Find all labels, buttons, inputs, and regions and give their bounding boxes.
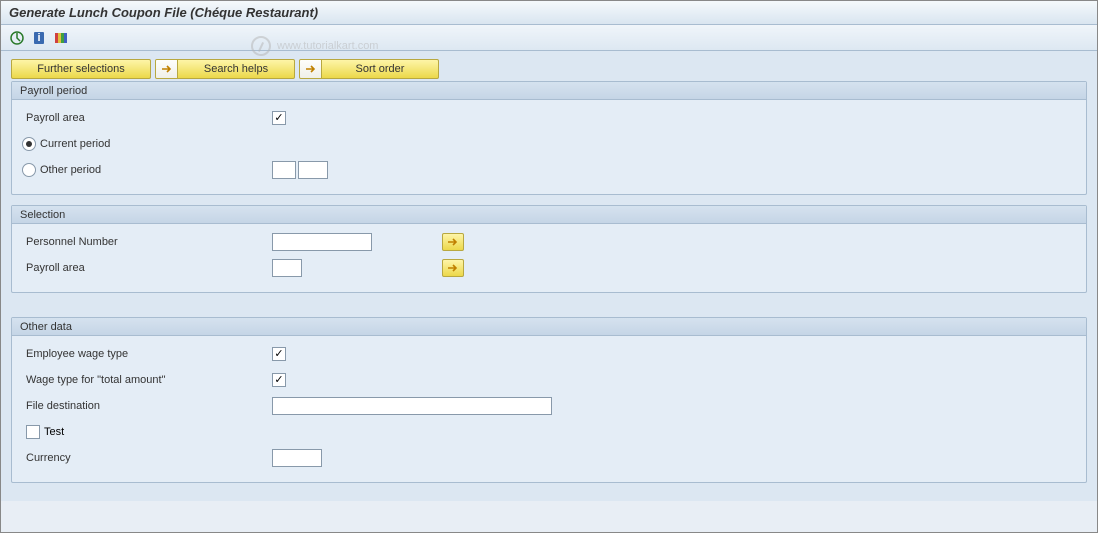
content-area: Further selections Search helps Sort ord…	[1, 51, 1097, 501]
wage-type-total-check[interactable]: ✓	[272, 373, 286, 387]
other-period-radio[interactable]	[22, 163, 36, 177]
payroll-area-required-check[interactable]: ✓	[272, 111, 286, 125]
search-helps-label: Search helps	[178, 63, 294, 75]
rainbow-icon[interactable]	[53, 30, 69, 46]
further-selections-label: Further selections	[37, 63, 124, 75]
payroll-area-multiple-button[interactable]	[442, 259, 464, 277]
employee-wage-type-check[interactable]: ✓	[272, 347, 286, 361]
currency-input[interactable]	[272, 449, 322, 467]
group-header: Payroll period	[12, 82, 1086, 100]
page-title: Generate Lunch Coupon File (Chéque Resta…	[9, 5, 318, 20]
info-icon[interactable]: i	[31, 30, 47, 46]
title-bar: Generate Lunch Coupon File (Chéque Resta…	[1, 1, 1097, 25]
personnel-number-multiple-button[interactable]	[442, 233, 464, 251]
current-period-label: Current period	[40, 138, 110, 150]
payroll-period-group: Payroll period Payroll area ✓ Current pe…	[11, 81, 1087, 195]
group-header: Selection	[12, 206, 1086, 224]
personnel-number-input[interactable]	[272, 233, 372, 251]
search-helps-button[interactable]: Search helps	[155, 59, 295, 79]
test-label: Test	[44, 426, 64, 438]
other-data-group: Other data Employee wage type ✓ Wage typ…	[11, 317, 1087, 483]
payroll-area-label: Payroll area	[22, 112, 272, 124]
sel-payroll-area-input[interactable]	[272, 259, 302, 277]
arrow-right-icon	[156, 60, 178, 78]
further-selections-button[interactable]: Further selections	[11, 59, 151, 79]
other-period-label: Other period	[40, 164, 272, 176]
other-period-input-2[interactable]	[298, 161, 328, 179]
currency-label: Currency	[22, 452, 272, 464]
execute-icon[interactable]	[9, 30, 25, 46]
toolbar: i	[1, 25, 1097, 51]
wage-type-total-label: Wage type for "total amount"	[22, 374, 272, 386]
sel-payroll-area-label: Payroll area	[22, 262, 272, 274]
selection-buttons-row: Further selections Search helps Sort ord…	[11, 59, 1087, 79]
selection-group: Selection Personnel Number Payroll area	[11, 205, 1087, 293]
employee-wage-type-label: Employee wage type	[22, 348, 272, 360]
personnel-number-label: Personnel Number	[22, 236, 272, 248]
other-period-input-1[interactable]	[272, 161, 296, 179]
file-destination-input[interactable]	[272, 397, 552, 415]
sort-order-label: Sort order	[322, 63, 438, 75]
test-checkbox[interactable]	[26, 425, 40, 439]
sort-order-button[interactable]: Sort order	[299, 59, 439, 79]
group-header: Other data	[12, 318, 1086, 336]
current-period-radio[interactable]	[22, 137, 36, 151]
file-destination-label: File destination	[22, 400, 272, 412]
svg-text:i: i	[37, 32, 40, 44]
arrow-right-icon	[300, 60, 322, 78]
